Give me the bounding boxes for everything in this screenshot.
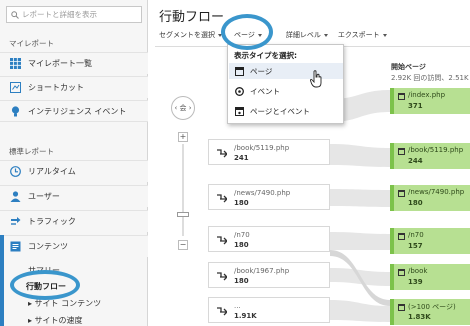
entry-arrow-icon [217, 272, 227, 281]
page-icon [398, 269, 405, 276]
node-value: 180 [408, 199, 423, 207]
flow-node[interactable]: /news/7490.php 180 [208, 184, 330, 210]
zoom-in-button[interactable]: + [178, 132, 188, 142]
node-label: ... [234, 302, 241, 310]
hand-cursor-icon [310, 70, 322, 88]
dropdown-item-label: イベント [250, 86, 280, 96]
dropdown-item-page-and-event[interactable]: ページとイベント [229, 103, 343, 119]
page-event-icon [235, 106, 244, 116]
highlight-ring [221, 14, 273, 50]
node-value: 180 [234, 199, 249, 207]
column-subtitle: 2.92K 回の訪問、2.51K [391, 74, 469, 82]
node-label: /news/7490.php [234, 189, 291, 197]
dropdown-item-label: ページとイベント [250, 106, 310, 116]
flow-node[interactable]: /book/5119.php 241 [208, 139, 330, 165]
page-icon [398, 233, 405, 240]
page-node[interactable]: /index.php 371 [390, 88, 470, 114]
node-value: 180 [234, 277, 249, 285]
node-label: /index.php [408, 91, 446, 99]
page-node[interactable]: /book/5119.php 244 [390, 143, 470, 169]
column-title: 開始ページ [391, 63, 426, 71]
pan-control[interactable]: ‹ 会 › [171, 96, 195, 120]
node-label: /book/1967.php [234, 267, 290, 275]
dropdown-item-event[interactable]: イベント [229, 83, 343, 99]
page-node[interactable]: /book 139 [390, 264, 470, 290]
zoom-slider-track[interactable] [182, 144, 184, 236]
node-value: 180 [234, 241, 249, 249]
page-icon [398, 148, 405, 155]
page-node[interactable]: (>100 ページ) 1.83K [390, 299, 470, 325]
flow-node[interactable]: ... 1.91K [208, 297, 330, 323]
analytics-window: レポートと詳細を表示 マイレポート マイレポート一覧 ショートカット インテリジ… [0, 0, 470, 326]
entry-arrow-icon [217, 236, 227, 245]
page-icon [235, 66, 244, 76]
flow-node[interactable]: /book/1967.php 180 [208, 262, 330, 288]
node-value: 371 [408, 102, 423, 110]
node-label: /book [408, 267, 428, 275]
page-icon [398, 93, 405, 100]
starting-pages-header: 開始ページ 2.92K 回の訪問、2.51K [391, 62, 469, 83]
entry-arrow-icon [217, 149, 227, 158]
node-value: 139 [408, 278, 423, 286]
page-node[interactable]: /n70 157 [390, 228, 470, 254]
dropdown-heading: 表示タイプを選択: [234, 51, 297, 60]
node-label: /book/5119.php [234, 144, 290, 152]
node-value: 157 [408, 242, 423, 250]
node-label: /news/7490.php [408, 188, 465, 196]
node-label: /n70 [234, 231, 250, 239]
flow-node[interactable]: /n70 180 [208, 226, 330, 252]
dropdown-item-page[interactable]: ページ [229, 63, 343, 79]
node-value: 1.83K [408, 313, 431, 321]
node-value: 244 [408, 157, 423, 165]
page-icon [398, 190, 405, 197]
entry-arrow-icon [217, 307, 227, 316]
node-label: /n70 [408, 231, 424, 239]
node-value: 1.91K [234, 312, 257, 320]
dropdown-item-label: ページ [250, 66, 273, 76]
page-node[interactable]: /news/7490.php 180 [390, 185, 470, 211]
zoom-out-button[interactable]: − [178, 240, 188, 250]
highlight-ring [10, 270, 80, 300]
view-type-dropdown: 表示タイプを選択: ページ イベント ページとイベント [227, 44, 344, 124]
event-icon [235, 86, 244, 96]
node-label: /book/5119.php [408, 146, 464, 154]
zoom-slider-handle[interactable] [177, 212, 189, 217]
node-label: (>100 ページ) [408, 303, 456, 311]
page-icon [398, 304, 405, 311]
node-value: 241 [234, 154, 249, 162]
entry-arrow-icon [217, 194, 227, 203]
